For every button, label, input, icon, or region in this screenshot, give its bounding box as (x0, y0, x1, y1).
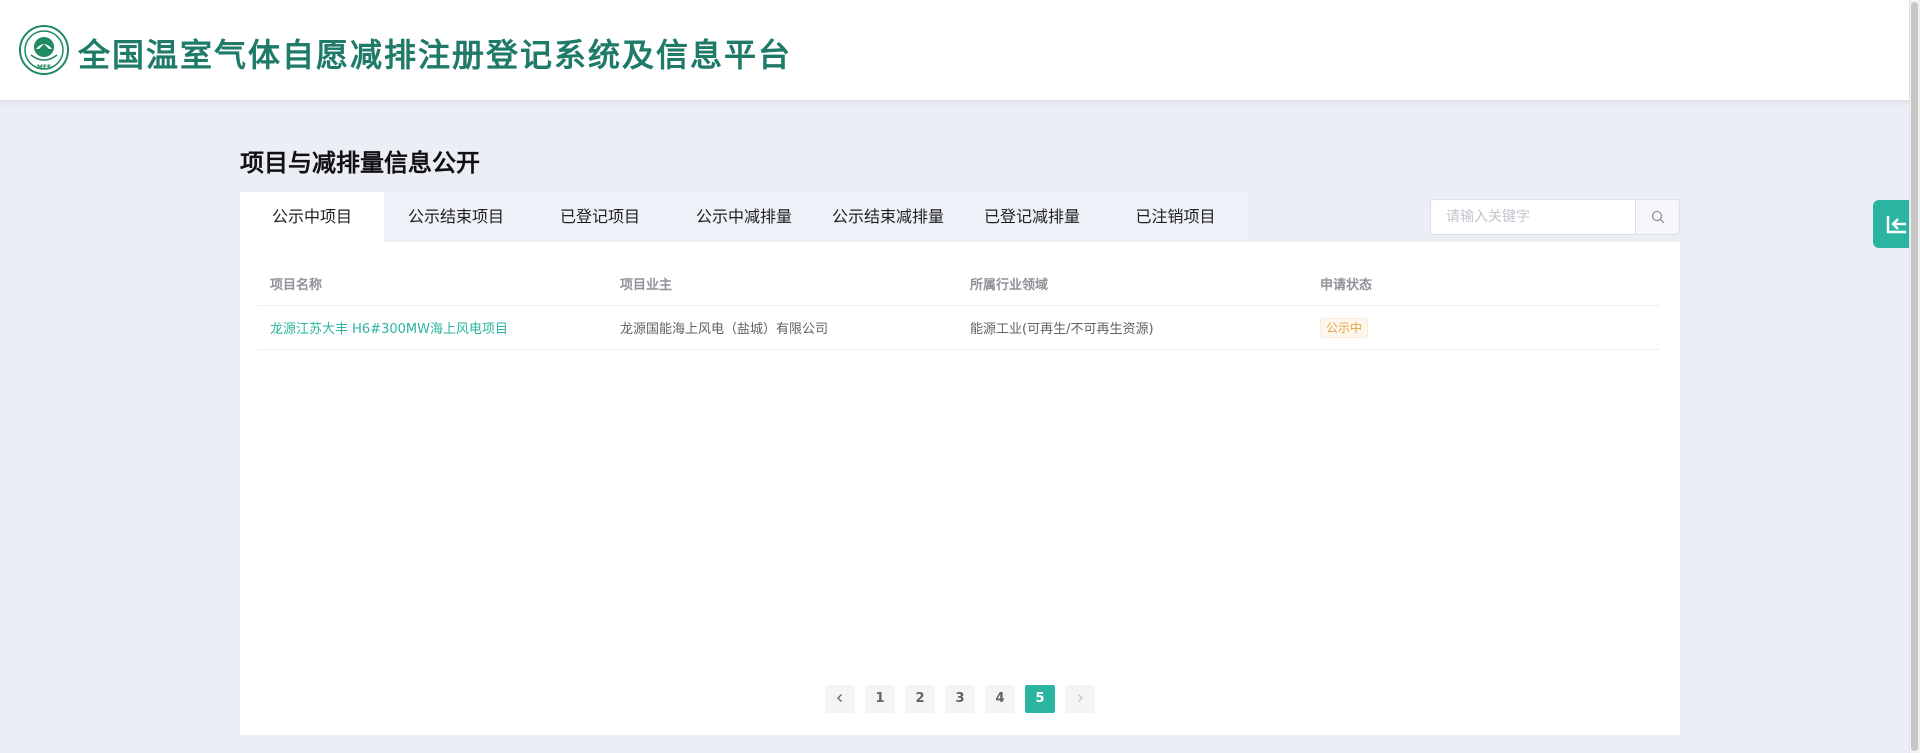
column-header-name: 项目名称 (270, 278, 323, 293)
search-input[interactable] (1431, 200, 1635, 234)
tab-registered-reductions[interactable]: 已登记减排量 (960, 192, 1104, 242)
column-header-owner: 项目业主 (620, 278, 673, 293)
page-button-3[interactable]: 3 (945, 685, 975, 713)
site-header: MEE 全国温室气体自愿减排注册登记系统及信息平台 (0, 0, 1920, 100)
page-scrollbar[interactable] (1909, 0, 1920, 753)
chevron-right-icon (1078, 694, 1083, 702)
scrollbar-thumb[interactable] (1911, 2, 1918, 751)
chevron-left-icon (837, 694, 842, 702)
project-status-cell: 公示中 (1308, 317, 1660, 338)
tab-publicizing-projects[interactable]: 公示中项目 (240, 192, 384, 242)
search-icon (1651, 210, 1664, 224)
mee-logo-icon: MEE (19, 25, 69, 75)
table-row: 龙源江苏大丰 H6#300MW海上风电项目 龙源国能海上风电（盐城）有限公司 能… (258, 306, 1660, 350)
column-header-industry: 所属行业领域 (970, 278, 1049, 293)
project-industry-cell: 能源工业(可再生/不可再生资源) (970, 322, 1154, 337)
project-name-link[interactable]: 龙源江苏大丰 H6#300MW海上风电项目 (270, 322, 508, 337)
project-table: 项目名称 项目业主 所属行业领域 申请状态 龙源江苏大丰 H6#300MW海上风… (258, 262, 1660, 350)
project-name-cell: 龙源江苏大丰 H6#300MW海上风电项目 (258, 318, 608, 337)
next-page-button[interactable] (1065, 685, 1095, 713)
page-button-4[interactable]: 4 (985, 685, 1015, 713)
svg-text:MEE: MEE (37, 64, 51, 71)
table-header: 项目名称 项目业主 所属行业领域 申请状态 (258, 262, 1660, 306)
page-button-2[interactable]: 2 (905, 685, 935, 713)
tab-registered-projects[interactable]: 已登记项目 (528, 192, 672, 242)
status-badge: 公示中 (1320, 317, 1369, 338)
page-button-5[interactable]: 5 (1025, 685, 1055, 713)
tab-publicity-ended-projects[interactable]: 公示结束项目 (384, 192, 528, 242)
prev-page-button[interactable] (825, 685, 855, 713)
column-header-status: 申请状态 (1320, 278, 1373, 293)
page-button-1[interactable]: 1 (865, 685, 895, 713)
return-icon (1886, 216, 1906, 234)
project-owner-cell: 龙源国能海上风电（盐城）有限公司 (620, 322, 829, 337)
search-button[interactable] (1635, 200, 1679, 234)
tab-cancelled-projects[interactable]: 已注销项目 (1104, 192, 1247, 242)
tab-publicity-ended-reductions[interactable]: 公示结束减排量 (816, 192, 960, 242)
tab-bar: 公示中项目 公示结束项目 已登记项目 公示中减排量 公示结束减排量 已登记减排量… (240, 192, 1247, 242)
page-title: 项目与减排量信息公开 (240, 149, 480, 177)
tab-publicizing-reductions[interactable]: 公示中减排量 (672, 192, 816, 242)
content-panel: 公示中项目 公示结束项目 已登记项目 公示中减排量 公示结束减排量 已登记减排量… (240, 192, 1680, 735)
site-title: 全国温室气体自愿减排注册登记系统及信息平台 (78, 36, 793, 74)
search-box (1430, 199, 1680, 235)
pagination: 1 2 3 4 5 (825, 685, 1095, 713)
